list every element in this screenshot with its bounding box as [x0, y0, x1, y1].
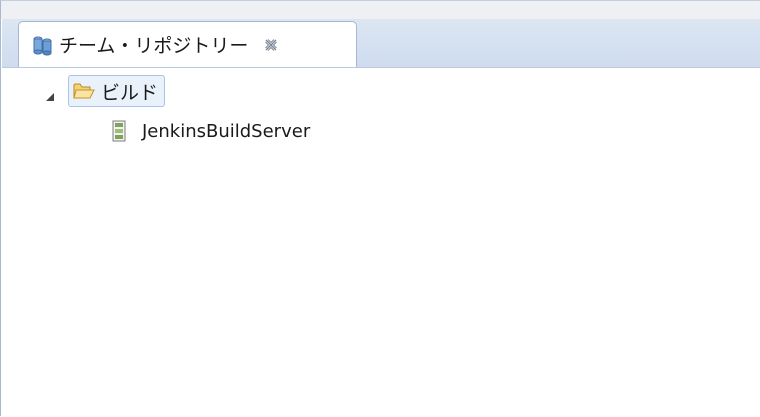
tab-team-repository[interactable]: チーム・リポジトリー — [18, 21, 357, 67]
tree-item-build-folder[interactable]: ビルド — [45, 74, 166, 108]
tree-item-build-server[interactable]: JenkinsBuildServer — [112, 114, 310, 148]
selected-folder[interactable]: ビルド — [68, 75, 166, 107]
close-icon[interactable] — [262, 36, 280, 54]
team-repository-view: チーム・リポジトリー ビルド JenkinsBuildServer — [0, 0, 760, 417]
server-label: JenkinsBuildServer — [142, 120, 311, 142]
tab-title: チーム・リポジトリー — [59, 35, 249, 57]
folder-label: ビルド — [101, 81, 159, 104]
window-top-strip — [1, 1, 760, 19]
repository-tree: ビルド JenkinsBuildServer — [2, 68, 760, 417]
team-repository-icon — [31, 33, 55, 57]
expand-twisty-icon[interactable] — [45, 87, 55, 101]
build-server-icon — [112, 120, 126, 142]
folder-open-icon — [73, 82, 95, 100]
